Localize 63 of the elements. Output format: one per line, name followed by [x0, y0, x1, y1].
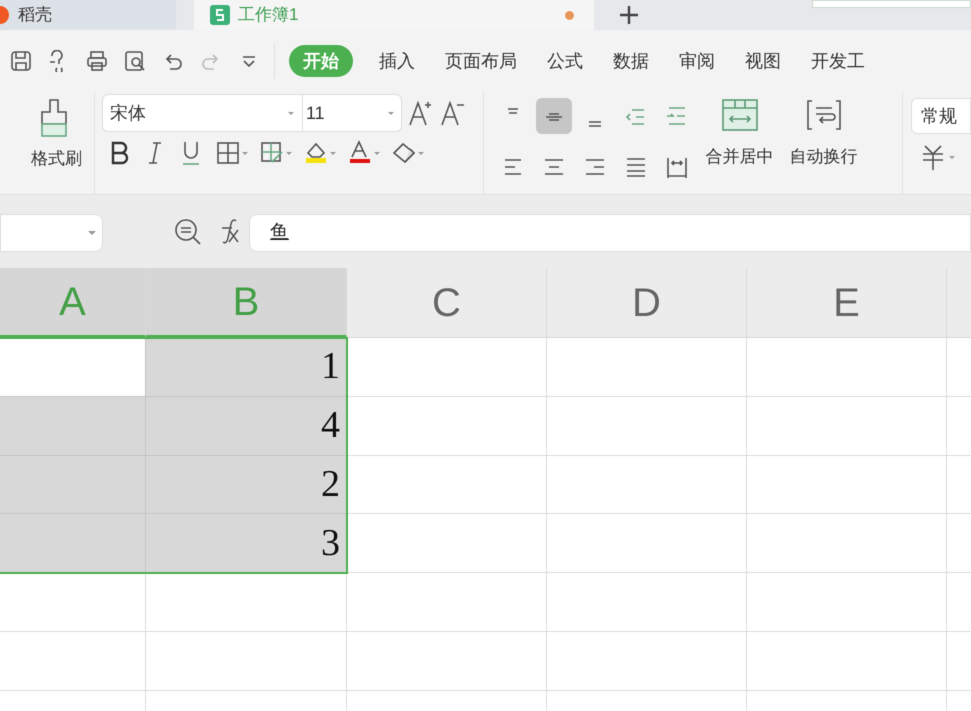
save-icon[interactable]	[10, 50, 32, 72]
table-cell[interactable]	[947, 456, 971, 514]
wrap-text-icon[interactable]	[804, 98, 843, 132]
formula-input[interactable]: 鱼	[249, 214, 971, 252]
wrap-text-button[interactable]: 自动换行	[790, 144, 858, 170]
menu-tab[interactable]: 公式	[543, 45, 587, 77]
table-cell[interactable]: 1	[146, 338, 347, 397]
increase-font-icon[interactable]	[408, 100, 434, 126]
menu-tab[interactable]: 数据	[609, 45, 653, 77]
table-cell[interactable]	[347, 573, 547, 632]
print-preview-icon[interactable]	[124, 50, 146, 72]
eraser-icon[interactable]	[392, 140, 416, 166]
table-cell[interactable]	[547, 573, 747, 632]
align-middle-icon[interactable]	[536, 98, 572, 134]
number-format-dropdown[interactable]: 常规	[911, 98, 971, 134]
table-cell[interactable]	[0, 632, 146, 691]
table-cell[interactable]	[547, 632, 747, 691]
table-cell[interactable]: 4	[146, 396, 347, 456]
name-box[interactable]	[0, 214, 103, 252]
table-cell[interactable]	[0, 338, 146, 397]
table-cell[interactable]: 2	[146, 456, 347, 514]
table-cell[interactable]	[747, 514, 947, 574]
table-cell[interactable]	[347, 396, 547, 456]
fill-color-icon[interactable]	[304, 140, 328, 166]
table-cell[interactable]	[547, 456, 747, 514]
table-cell[interactable]	[547, 396, 747, 456]
format-painter-button[interactable]: 格式刷	[30, 146, 82, 172]
table-cell[interactable]	[547, 338, 747, 397]
table-cell[interactable]	[347, 338, 547, 397]
menu-tab[interactable]: 审阅	[675, 45, 719, 77]
table-cell[interactable]	[347, 514, 547, 574]
menu-tab[interactable]: 页面布局	[441, 45, 521, 77]
table-cell[interactable]	[146, 632, 347, 691]
table-cell[interactable]: 3	[146, 514, 347, 574]
new-tab-icon[interactable]	[618, 4, 640, 26]
spreadsheet-icon	[210, 5, 230, 25]
borders-icon[interactable]	[216, 140, 240, 166]
merge-cells-icon[interactable]	[720, 98, 759, 132]
zoom-icon[interactable]	[173, 216, 203, 246]
table-cell[interactable]	[747, 338, 947, 397]
table-cell[interactable]	[747, 396, 947, 456]
print-icon[interactable]	[86, 50, 108, 72]
font-size-dropdown[interactable]: 11	[302, 95, 401, 131]
table-cell[interactable]	[747, 632, 947, 691]
font-name-dropdown[interactable]: 宋体	[102, 95, 303, 131]
merge-center-button[interactable]: 合并居中	[706, 144, 774, 170]
app-logo-icon	[0, 5, 10, 25]
table-cell[interactable]	[146, 573, 347, 632]
table-cell[interactable]	[347, 456, 547, 514]
menu-tab[interactable]: 视图	[741, 45, 785, 77]
table-cell[interactable]	[547, 514, 747, 574]
table-cell[interactable]	[747, 456, 947, 514]
currency-icon[interactable]	[921, 144, 946, 170]
menu-tab[interactable]: 插入	[375, 45, 419, 77]
decrease-font-icon[interactable]	[440, 100, 466, 126]
font-color-icon[interactable]	[348, 140, 372, 166]
table-cell[interactable]	[0, 514, 146, 574]
table-cell[interactable]	[347, 632, 547, 691]
menu-tab[interactable]: 开发工	[807, 45, 869, 77]
table-cell[interactable]	[0, 396, 146, 456]
tab[interactable]: 稻壳	[0, 0, 176, 30]
table-cell[interactable]	[747, 573, 947, 632]
table-cell[interactable]	[0, 573, 146, 632]
